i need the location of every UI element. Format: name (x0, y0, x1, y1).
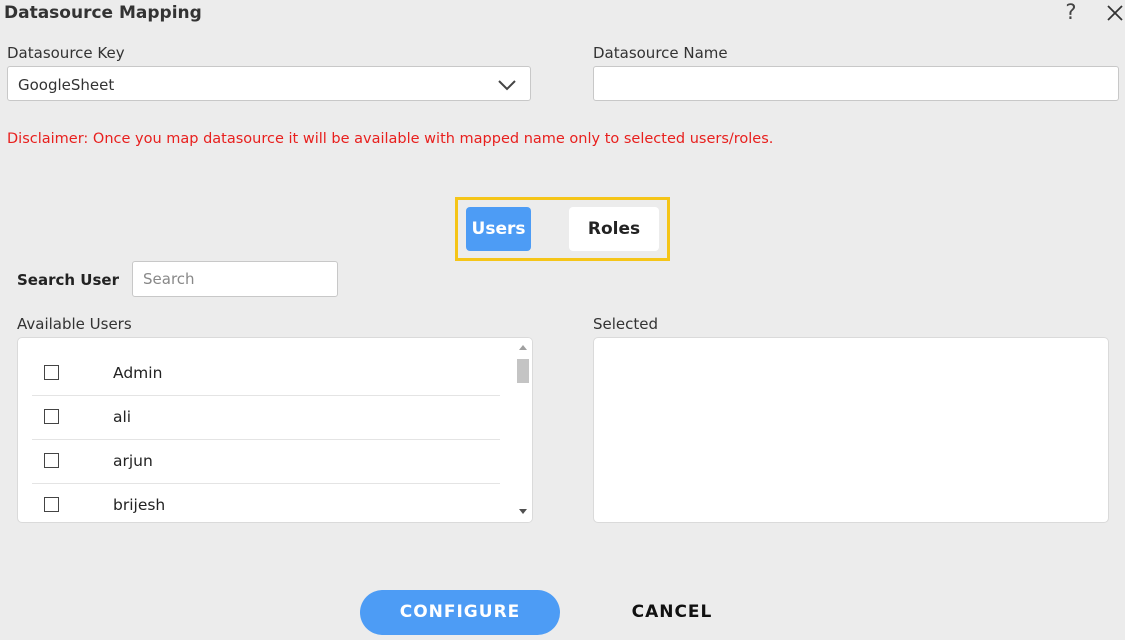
list-item[interactable]: arjun (32, 440, 500, 484)
checkbox[interactable] (44, 365, 59, 380)
user-name: Admin (113, 364, 163, 382)
user-name: brijesh (113, 496, 166, 514)
datasource-name-input[interactable] (593, 66, 1119, 101)
datasource-name-label: Datasource Name (593, 44, 728, 62)
datasource-mapping-dialog: Datasource Mapping ? Datasource Key Goog… (0, 0, 1125, 640)
datasource-key-select[interactable]: GoogleSheet (7, 66, 531, 101)
search-input[interactable] (132, 261, 338, 297)
cancel-button[interactable]: CANCEL (612, 590, 732, 635)
user-name: arjun (113, 452, 153, 470)
tab-users[interactable]: Users (466, 207, 531, 251)
datasource-key-label: Datasource Key (7, 44, 125, 62)
close-icon[interactable] (1104, 2, 1125, 24)
datasource-key-value: GoogleSheet (18, 76, 115, 94)
scrollbar[interactable] (514, 338, 532, 522)
checkbox[interactable] (44, 409, 59, 424)
user-name: ali (113, 408, 132, 426)
configure-button[interactable]: CONFIGURE (360, 590, 560, 635)
list-item[interactable]: Admin (32, 352, 500, 396)
search-user-label: Search User (17, 271, 119, 289)
help-icon[interactable]: ? (1060, 0, 1082, 24)
scroll-up-arrow-icon[interactable] (519, 345, 527, 350)
scroll-thumb[interactable] (517, 359, 529, 383)
available-users-list: Admin ali arjun brijesh (17, 337, 533, 523)
available-users-label: Available Users (17, 315, 132, 333)
chevron-down-icon[interactable] (498, 77, 516, 91)
selected-users-list (593, 337, 1109, 523)
disclaimer-text: Disclaimer: Once you map datasource it w… (7, 131, 774, 147)
selected-label: Selected (593, 315, 659, 333)
tab-roles[interactable]: Roles (569, 207, 659, 251)
users-roles-toggle: Users Roles (455, 197, 670, 261)
list-item[interactable]: brijesh (32, 484, 500, 522)
scroll-down-arrow-icon[interactable] (519, 509, 527, 514)
checkbox[interactable] (44, 453, 59, 468)
checkbox[interactable] (44, 497, 59, 512)
dialog-title: Datasource Mapping (4, 3, 202, 23)
list-item[interactable]: ali (32, 396, 500, 440)
